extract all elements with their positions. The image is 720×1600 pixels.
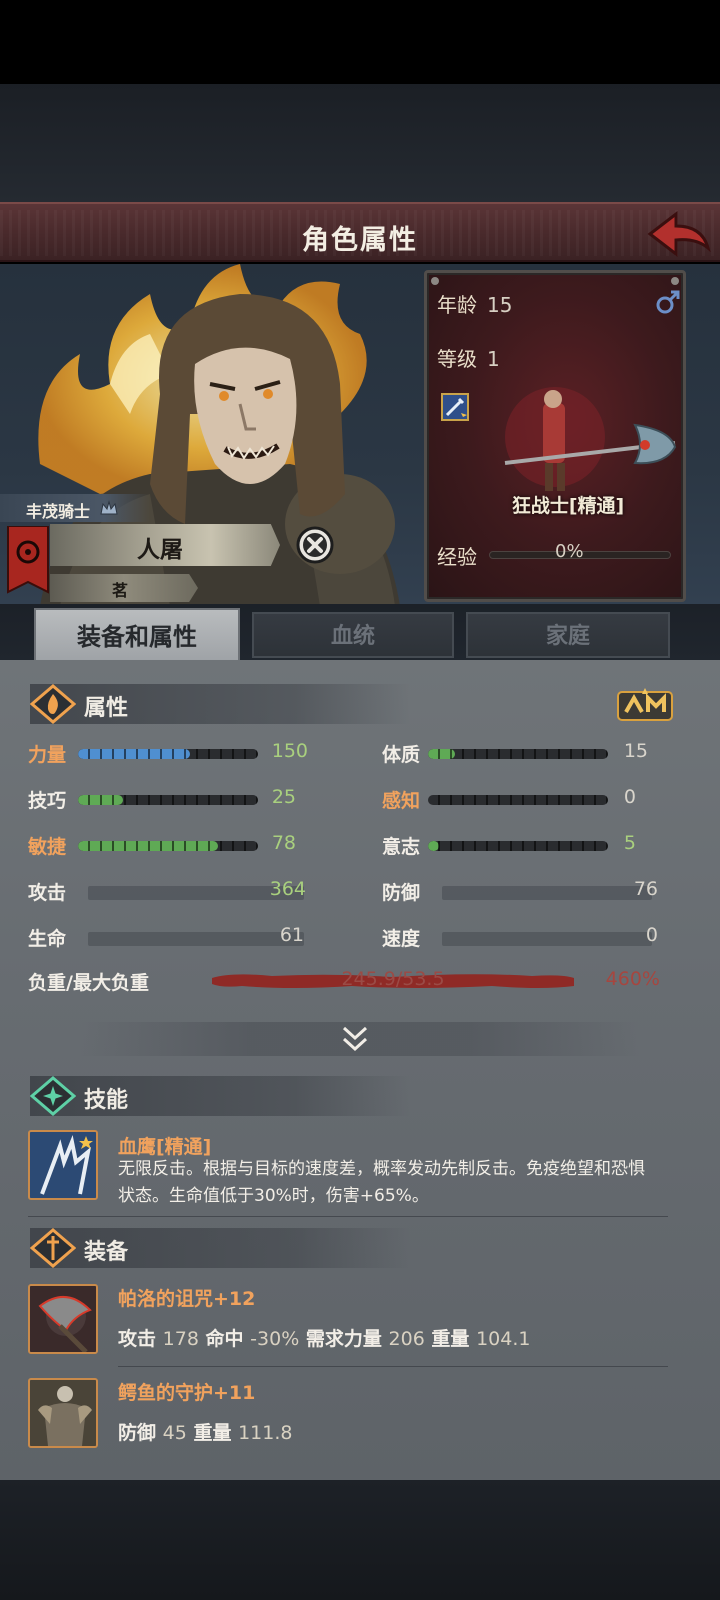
age-value: 15 [487,293,513,317]
load-label: 负重/最大负重 [28,972,149,994]
agility-bar [78,841,258,851]
skill-description-line1: 无限反击。根据与目标的速度差，概率发动先制反击。免疫绝望和恐惧 [118,1159,645,1179]
age-row: 年龄 15 [437,293,513,317]
header-bar: 角色属性 [0,202,720,262]
exp-value: 0% [555,541,584,562]
equipment-section-header: 装备 [30,1228,410,1268]
star-diamond-icon [30,1076,76,1116]
skill-blood-eagle-icon[interactable] [28,1130,98,1200]
berserker-figure [504,387,677,491]
load-value: 245.9/53.5 [341,968,445,990]
chevron-double-down-icon[interactable] [340,1024,370,1054]
sword-class-icon[interactable] [441,393,469,421]
strength-bar [78,749,258,759]
attributes-section-label: 属性 [84,696,129,721]
character-title: 丰茂骑士 [26,502,91,521]
exp-label: 经验 [437,545,477,569]
house-banner-icon [7,526,49,594]
back-arrow-icon[interactable] [646,208,712,260]
character-subname-plate: 茗 [50,574,198,602]
equipment-weapon-icon[interactable] [28,1284,98,1354]
tab-family[interactable]: 家庭 [466,612,670,658]
constitution-bar [428,749,608,759]
skills-section-header: 技能 [30,1076,410,1116]
stat-constitution: 体质 15 [382,740,648,766]
character-title-tag: 丰茂骑士 [0,494,150,522]
tab-bar: 装备和属性 血统 家庭 [0,604,720,662]
equipment-weapon-name: 帕洛的诅咒+12 [118,1288,256,1310]
tab-bloodline[interactable]: 血统 [252,612,454,658]
dagger-diamond-icon [30,1228,76,1268]
attributes-section-header: 属性 [30,684,410,724]
status-bar-area [0,0,720,84]
equipment-weapon-stats: 攻击 178 命中 -30% 需求力量 206 重量 104.1 [118,1328,531,1350]
stat-allocate-icon[interactable] [616,686,674,722]
stat-attack: 攻击 364 [28,878,306,904]
character-name-plate[interactable]: 人屠 [50,524,280,566]
skill-bar [78,795,258,805]
load-percent: 460% [605,968,660,990]
crown-icon [100,500,118,515]
dismiss-icon[interactable] [296,526,334,564]
content-panel [0,660,720,1482]
stat-life: 生命 61 [28,924,304,950]
stat-speed: 速度 0 [382,924,658,950]
stat-defense: 防御 76 [382,878,658,904]
equipment-armor-stats: 防御 45 重量 111.8 [118,1422,293,1444]
tab-equipment-attributes[interactable]: 装备和属性 [34,608,240,662]
class-name: 狂战士[精通] [511,495,625,517]
bottom-area [0,1480,720,1600]
skill-name: 血鹰[精通] [118,1136,212,1158]
character-info-panel: 年龄 15 等级 1 狂战士[精通] 经验 0% [424,270,686,602]
skill-description-line2: 状态。生命值低于30%时，伤害+65%。 [118,1186,429,1206]
stat-perception: 感知 0 [382,786,636,812]
page-title: 角色属性 [302,225,418,256]
stat-strength: 力量 150 [28,740,308,766]
fire-diamond-icon [30,684,76,724]
stat-skill: 技巧 25 [28,786,296,812]
stat-agility: 敏捷 78 [28,832,296,858]
equipment-armor-icon[interactable] [28,1378,98,1448]
equipment-section-label: 装备 [84,1240,129,1265]
stat-will: 意志 5 [382,832,636,858]
skills-section-label: 技能 [84,1088,129,1113]
level-value: 1 [487,347,500,371]
character-name: 人屠 [137,537,183,563]
background-top [0,84,720,202]
equipment-armor-name: 鳄鱼的守护+11 [118,1382,256,1404]
level-row: 等级 1 [437,347,500,371]
character-subname: 茗 [111,581,128,600]
male-gender-icon [656,290,680,314]
